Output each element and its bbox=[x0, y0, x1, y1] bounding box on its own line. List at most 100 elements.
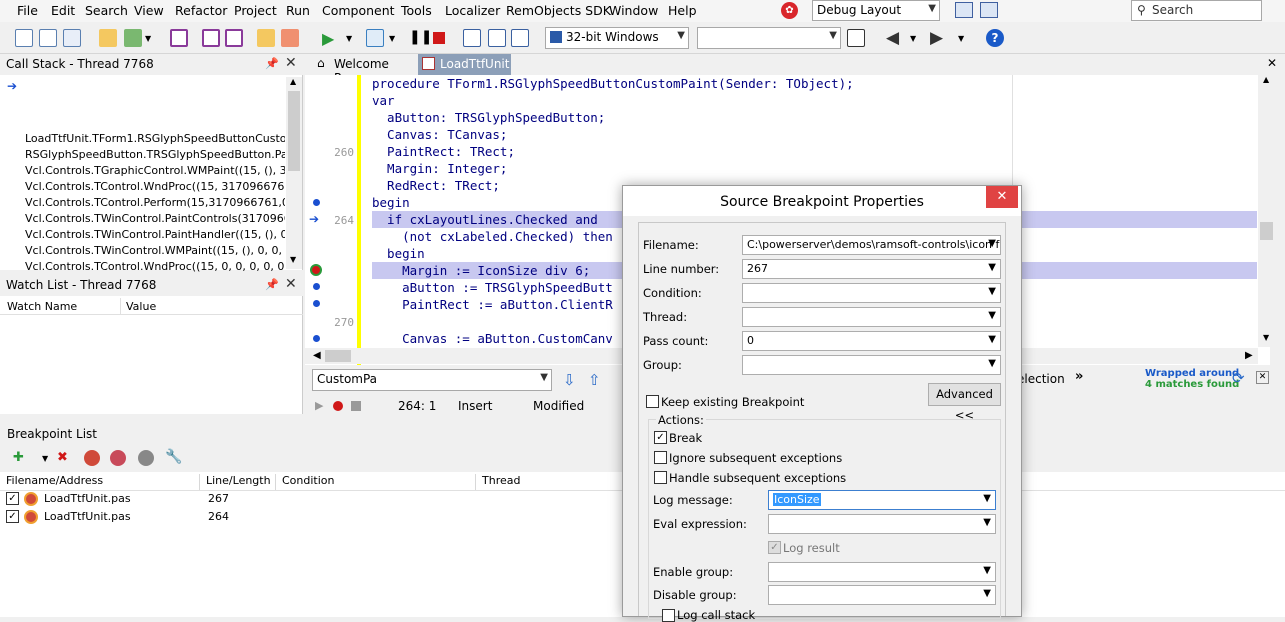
close-file-icon[interactable] bbox=[63, 29, 81, 47]
trace-into-icon[interactable] bbox=[463, 29, 481, 47]
embarcadero-icon[interactable]: ✿ bbox=[781, 2, 798, 19]
platform-combo[interactable]: 32-bit Windows ▼ bbox=[545, 27, 689, 49]
run-without-debug-icon[interactable] bbox=[366, 29, 384, 47]
close-find-icon[interactable]: ✕ bbox=[1256, 371, 1269, 384]
header-line[interactable]: Line/Length bbox=[200, 474, 276, 490]
delete-all-breakpoints-icon[interactable] bbox=[84, 450, 100, 466]
tab-welcome[interactable]: ⌂ Welcome Page bbox=[312, 54, 417, 85]
menu-component[interactable]: Component bbox=[322, 3, 395, 18]
code-line[interactable]: aButton: TRSGlyphSpeedButton; bbox=[372, 110, 605, 127]
call-stack-item[interactable]: RSGlyphSpeedButton.TRSGlyphSpeedButton.P… bbox=[25, 148, 285, 164]
config-combo[interactable]: ▼ bbox=[697, 27, 841, 49]
stop-macro-icon[interactable] bbox=[351, 401, 361, 411]
menu-tools[interactable]: Tools bbox=[401, 3, 432, 18]
call-stack-item[interactable]: Vcl.Controls.TControl.WndProc((15, 0, 0,… bbox=[25, 260, 285, 276]
delete-breakpoint-icon[interactable]: ✖ bbox=[57, 450, 68, 465]
save-icon[interactable] bbox=[170, 29, 188, 47]
gutter-dot-icon[interactable] bbox=[313, 283, 320, 290]
close-icon[interactable]: ✕ bbox=[285, 276, 297, 292]
group-combo[interactable]: ▼ bbox=[742, 355, 1001, 375]
menu-project[interactable]: Project bbox=[234, 3, 277, 18]
ignore-exceptions-checkbox[interactable] bbox=[654, 451, 667, 464]
watch-value-header[interactable]: Value bbox=[126, 300, 156, 313]
menu-refactor[interactable]: Refactor bbox=[175, 3, 227, 18]
open-project-icon[interactable] bbox=[99, 29, 117, 47]
close-icon[interactable]: ✕ bbox=[285, 55, 297, 71]
code-line[interactable]: PaintRect := aButton.ClientR bbox=[372, 297, 613, 314]
pin-icon[interactable]: 📌 bbox=[265, 278, 279, 291]
save-as-icon[interactable] bbox=[225, 29, 243, 47]
execution-point-icon[interactable]: ➔ bbox=[309, 212, 319, 226]
code-line[interactable]: Canvas := aButton.CustomCanv bbox=[372, 331, 613, 348]
save-all-icon[interactable] bbox=[202, 29, 220, 47]
find-input[interactable]: CustomPa ▼ bbox=[312, 369, 552, 391]
call-stack-item[interactable]: LoadTtfUnit.TForm1.RSGlyphSpeedButtonCus… bbox=[25, 132, 285, 148]
menu-view[interactable]: View bbox=[134, 3, 164, 18]
menu-help[interactable]: Help bbox=[668, 3, 697, 18]
advanced-button[interactable]: Advanced << bbox=[928, 383, 1001, 422]
breakpoint-enable-checkbox[interactable]: ✓ bbox=[6, 510, 19, 523]
gutter-dot-icon[interactable] bbox=[313, 199, 320, 206]
chevron-down-icon[interactable]: ▼ bbox=[42, 454, 48, 463]
code-line[interactable]: procedure TForm1.RSGlyphSpeedButtonCusto… bbox=[372, 76, 854, 93]
code-line[interactable]: begin bbox=[372, 195, 410, 212]
code-line[interactable]: Margin := IconSize div 6; bbox=[372, 263, 590, 280]
menu-search[interactable]: Search bbox=[85, 3, 128, 18]
run-icon[interactable]: ▶ bbox=[322, 29, 334, 48]
tab-loadttfunit[interactable]: LoadTtfUnit bbox=[418, 54, 511, 75]
close-tab-icon[interactable]: ✕ bbox=[1267, 56, 1277, 70]
scrollbar-thumb[interactable] bbox=[325, 350, 351, 362]
disable-all-icon[interactable] bbox=[138, 450, 154, 466]
chevron-down-icon[interactable]: ▼ bbox=[389, 34, 395, 43]
break-checkbox[interactable]: ✓ bbox=[654, 431, 667, 444]
device-icon[interactable] bbox=[847, 29, 865, 47]
call-stack-item[interactable]: Vcl.Controls.TWinControl.PaintControls(3… bbox=[25, 212, 285, 228]
chevron-down-icon[interactable]: ▼ bbox=[910, 34, 916, 43]
editor-vscrollbar[interactable]: ▲ ▼ bbox=[1258, 75, 1275, 347]
call-stack-item[interactable]: Vcl.Controls.TWinControl.PaintHandler((1… bbox=[25, 228, 285, 244]
code-line[interactable]: if cxLayoutLines.Checked and bbox=[372, 212, 598, 229]
condition-combo[interactable]: ▼ bbox=[742, 283, 1001, 303]
run-to-cursor-icon[interactable] bbox=[511, 29, 529, 47]
chevron-down-icon[interactable]: ▼ bbox=[958, 34, 964, 43]
pause-icon[interactable]: ❚❚ bbox=[409, 29, 432, 45]
log-message-combo[interactable]: IconSize ▼ bbox=[768, 490, 996, 510]
call-stack-item[interactable]: Vcl.Controls.TControl.WndProc((15, 31709… bbox=[25, 180, 285, 196]
code-line[interactable]: var bbox=[372, 93, 395, 110]
save-layout-icon[interactable] bbox=[955, 2, 973, 18]
menu-file[interactable]: File bbox=[17, 3, 38, 18]
call-stack-item[interactable]: Vcl.Controls.TWinControl.WMPaint((15, ()… bbox=[25, 244, 285, 260]
code-line[interactable]: Canvas: TCanvas; bbox=[372, 127, 507, 144]
scroll-right-icon[interactable]: ▶ bbox=[1245, 350, 1253, 361]
call-stack-item[interactable]: Vcl.Controls.TControl.Perform(15,3170966… bbox=[25, 196, 285, 212]
keep-breakpoint-checkbox[interactable] bbox=[646, 395, 659, 408]
code-line[interactable]: aButton := TRSGlyphSpeedButt bbox=[372, 280, 613, 297]
help-icon[interactable]: ? bbox=[986, 29, 1004, 47]
back-arrow-icon[interactable]: ◀ bbox=[886, 28, 899, 48]
breakpoint-enable-checkbox[interactable]: ✓ bbox=[6, 492, 19, 505]
disable-group-combo[interactable]: ▼ bbox=[768, 585, 996, 605]
enable-group-combo[interactable]: ▼ bbox=[768, 562, 996, 582]
add-breakpoint-icon[interactable]: ✚ bbox=[13, 450, 24, 465]
watch-name-header[interactable]: Watch Name bbox=[7, 300, 77, 313]
header-condition[interactable]: Condition bbox=[276, 474, 476, 490]
forward-arrow-icon[interactable]: ▶ bbox=[930, 28, 943, 48]
log-call-stack-checkbox[interactable] bbox=[662, 609, 675, 622]
layout-combo[interactable]: Debug Layout ▼ bbox=[812, 0, 940, 21]
find-next-icon[interactable]: ⇩ bbox=[563, 371, 576, 389]
thread-combo[interactable]: ▼ bbox=[742, 307, 1001, 327]
dialog-close-button[interactable]: ✕ bbox=[986, 186, 1018, 208]
menu-window[interactable]: Window bbox=[609, 3, 658, 18]
scroll-down-icon[interactable]: ▼ bbox=[1263, 333, 1269, 342]
new-icon[interactable] bbox=[15, 29, 33, 47]
menu-run[interactable]: Run bbox=[286, 3, 310, 18]
scroll-down-icon[interactable]: ▼ bbox=[290, 255, 296, 264]
code-line[interactable]: Margin: Integer; bbox=[372, 161, 507, 178]
pass-count-combo[interactable]: 0 ▼ bbox=[742, 331, 1001, 351]
log-result-checkbox[interactable]: ✓ bbox=[768, 541, 781, 554]
call-stack-item[interactable]: Vcl.Controls.TGraphicControl.WMPaint((15… bbox=[25, 164, 285, 180]
record-macro-icon[interactable] bbox=[333, 401, 343, 411]
scrollbar-thumb[interactable] bbox=[288, 91, 300, 171]
menu-edit[interactable]: Edit bbox=[51, 3, 75, 18]
menu-localizer[interactable]: Localizer bbox=[445, 3, 500, 18]
